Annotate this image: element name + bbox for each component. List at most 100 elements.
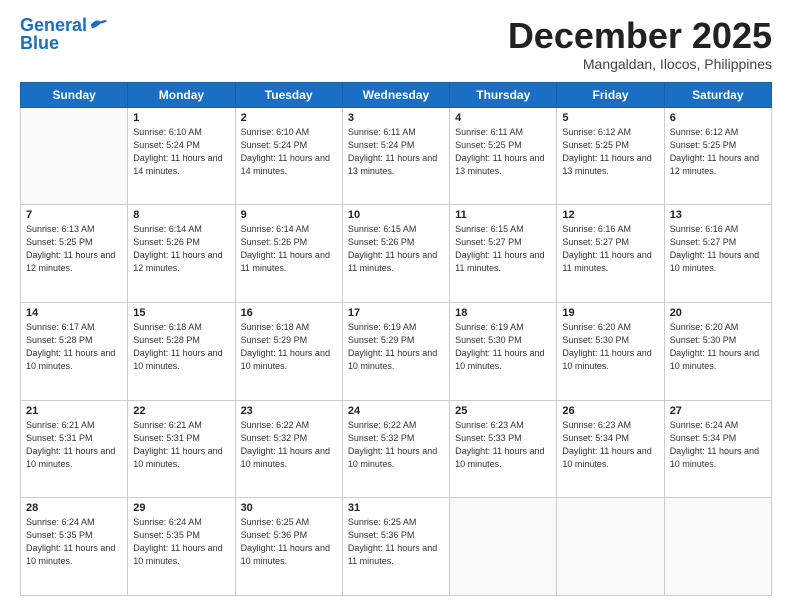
calendar-cell: 17Sunrise: 6:19 AM Sunset: 5:29 PM Dayli… [342,302,449,400]
day-info: Sunrise: 6:18 AM Sunset: 5:29 PM Dayligh… [241,321,337,373]
logo: General Blue [20,16,109,52]
day-number: 3 [348,112,444,124]
calendar-cell: 22 Sunrise: 6:21 AM Sunset: 5:31 PM Dayli… [128,400,235,498]
day-number: 28 [26,502,122,514]
day-info: Sunrise: 6:20 AM Sunset: 5:30 PM Dayligh… [562,321,658,373]
day-info: Sunrise: 6:21 AM Sunset: 5:31 PM Dayligh… [26,419,122,471]
calendar-cell: 31 Sunrise: 6:25 AM Sunset: 5:36 PM Dayli… [342,498,449,596]
day-info: Sunrise: 6:24 AM Sunset: 5:34 PM Dayligh… [670,419,766,471]
day-number: 4 [455,112,551,124]
calendar-cell: 21 Sunrise: 6:21 AM Sunset: 5:31 PM Dayli… [21,400,128,498]
weekday-header-wednesday: Wednesday [342,82,449,107]
calendar-cell: 16 Sunrise: 6:18 AM Sunset: 5:29 PM Dayli… [235,302,342,400]
day-info: Sunrise: 6:21 AM Sunset: 5:31 PM Dayligh… [133,419,229,471]
day-info: Sunrise: 6:25 AM Sunset: 5:36 PM Dayligh… [241,516,337,568]
logo-blue: Blue [20,34,59,52]
day-number: 31 [348,502,444,514]
calendar-cell: 9 Sunrise: 6:14 AM Sunset: 5:26 PM Daylig… [235,205,342,303]
calendar-subtitle: Mangaldan, Ilocos, Philippines [508,56,772,72]
calendar-cell: 25 Sunrise: 6:23 AM Sunset: 5:33 PM Dayli… [450,400,557,498]
day-number: 18 [455,307,551,319]
day-info: Sunrise: 6:23 AM Sunset: 5:34 PM Dayligh… [562,419,658,471]
day-info: Sunrise: 6:11 AM Sunset: 5:25 PM Dayligh… [455,126,551,178]
day-info: Sunrise: 6:19 AM Sunset: 5:29 PM Dayligh… [348,321,444,373]
day-info: Sunrise: 6:24 AM Sunset: 5:35 PM Dayligh… [26,516,122,568]
day-info: Sunrise: 6:16 AM Sunset: 5:27 PM Dayligh… [562,223,658,275]
day-number: 19 [562,307,658,319]
calendar-cell: 7 Sunrise: 6:13 AM Sunset: 5:25 PM Daylig… [21,205,128,303]
weekday-header-monday: Monday [128,82,235,107]
week-row-1: 7 Sunrise: 6:13 AM Sunset: 5:25 PM Daylig… [21,205,772,303]
day-number: 9 [241,209,337,221]
header: General Blue December 2025 Mangaldan, Il… [20,16,772,72]
calendar-cell: 29Sunrise: 6:24 AM Sunset: 5:35 PM Dayli… [128,498,235,596]
day-number: 8 [133,209,229,221]
day-number: 1 [133,112,229,124]
day-info: Sunrise: 6:22 AM Sunset: 5:32 PM Dayligh… [241,419,337,471]
calendar-cell: 15 Sunrise: 6:18 AM Sunset: 5:28 PM Dayli… [128,302,235,400]
calendar-cell: 23Sunrise: 6:22 AM Sunset: 5:32 PM Dayli… [235,400,342,498]
day-info: Sunrise: 6:22 AM Sunset: 5:32 PM Dayligh… [348,419,444,471]
calendar-cell: 2Sunrise: 6:10 AM Sunset: 5:24 PM Daylig… [235,107,342,205]
day-number: 7 [26,209,122,221]
day-info: Sunrise: 6:17 AM Sunset: 5:28 PM Dayligh… [26,321,122,373]
calendar-cell: 20Sunrise: 6:20 AM Sunset: 5:30 PM Dayli… [664,302,771,400]
day-info: Sunrise: 6:25 AM Sunset: 5:36 PM Dayligh… [348,516,444,568]
day-info: Sunrise: 6:11 AM Sunset: 5:24 PM Dayligh… [348,126,444,178]
day-info: Sunrise: 6:23 AM Sunset: 5:33 PM Dayligh… [455,419,551,471]
calendar-title: December 2025 [508,16,772,56]
week-row-2: 14 Sunrise: 6:17 AM Sunset: 5:28 PM Dayli… [21,302,772,400]
day-number: 25 [455,405,551,417]
calendar-cell: 19 Sunrise: 6:20 AM Sunset: 5:30 PM Dayli… [557,302,664,400]
calendar-cell: 10Sunrise: 6:15 AM Sunset: 5:26 PM Dayli… [342,205,449,303]
calendar-cell: 26 Sunrise: 6:23 AM Sunset: 5:34 PM Dayli… [557,400,664,498]
weekday-header-friday: Friday [557,82,664,107]
day-number: 14 [26,307,122,319]
day-info: Sunrise: 6:13 AM Sunset: 5:25 PM Dayligh… [26,223,122,275]
calendar-cell: 28 Sunrise: 6:24 AM Sunset: 5:35 PM Dayli… [21,498,128,596]
day-number: 12 [562,209,658,221]
weekday-header-tuesday: Tuesday [235,82,342,107]
calendar-cell: 6Sunrise: 6:12 AM Sunset: 5:25 PM Daylig… [664,107,771,205]
calendar-cell: 18Sunrise: 6:19 AM Sunset: 5:30 PM Dayli… [450,302,557,400]
day-number: 6 [670,112,766,124]
week-row-0: 1 Sunrise: 6:10 AM Sunset: 5:24 PM Daylig… [21,107,772,205]
day-number: 5 [562,112,658,124]
week-row-3: 21 Sunrise: 6:21 AM Sunset: 5:31 PM Dayli… [21,400,772,498]
day-number: 2 [241,112,337,124]
calendar-cell: 13Sunrise: 6:16 AM Sunset: 5:27 PM Dayli… [664,205,771,303]
day-number: 21 [26,405,122,417]
day-info: Sunrise: 6:15 AM Sunset: 5:26 PM Dayligh… [348,223,444,275]
day-info: Sunrise: 6:14 AM Sunset: 5:26 PM Dayligh… [241,223,337,275]
calendar-cell [664,498,771,596]
day-number: 24 [348,405,444,417]
day-number: 15 [133,307,229,319]
weekday-header-saturday: Saturday [664,82,771,107]
page: General Blue December 2025 Mangaldan, Il… [0,0,792,612]
logo-general: General [20,15,87,35]
day-info: Sunrise: 6:15 AM Sunset: 5:27 PM Dayligh… [455,223,551,275]
logo-bird-icon [89,18,109,32]
calendar-cell [557,498,664,596]
day-number: 26 [562,405,658,417]
day-number: 11 [455,209,551,221]
calendar-cell: 1 Sunrise: 6:10 AM Sunset: 5:24 PM Daylig… [128,107,235,205]
weekday-header-sunday: Sunday [21,82,128,107]
calendar-cell: 11 Sunrise: 6:15 AM Sunset: 5:27 PM Dayli… [450,205,557,303]
day-info: Sunrise: 6:12 AM Sunset: 5:25 PM Dayligh… [562,126,658,178]
day-number: 16 [241,307,337,319]
day-info: Sunrise: 6:18 AM Sunset: 5:28 PM Dayligh… [133,321,229,373]
calendar-cell: 4 Sunrise: 6:11 AM Sunset: 5:25 PM Daylig… [450,107,557,205]
calendar-cell [450,498,557,596]
calendar-cell: 8 Sunrise: 6:14 AM Sunset: 5:26 PM Daylig… [128,205,235,303]
day-info: Sunrise: 6:14 AM Sunset: 5:26 PM Dayligh… [133,223,229,275]
day-number: 22 [133,405,229,417]
calendar-cell: 27Sunrise: 6:24 AM Sunset: 5:34 PM Dayli… [664,400,771,498]
day-info: Sunrise: 6:10 AM Sunset: 5:24 PM Dayligh… [133,126,229,178]
calendar-cell: 24 Sunrise: 6:22 AM Sunset: 5:32 PM Dayli… [342,400,449,498]
day-info: Sunrise: 6:16 AM Sunset: 5:27 PM Dayligh… [670,223,766,275]
day-number: 20 [670,307,766,319]
logo-text: General [20,16,87,34]
calendar-cell: 14 Sunrise: 6:17 AM Sunset: 5:28 PM Dayli… [21,302,128,400]
day-number: 30 [241,502,337,514]
